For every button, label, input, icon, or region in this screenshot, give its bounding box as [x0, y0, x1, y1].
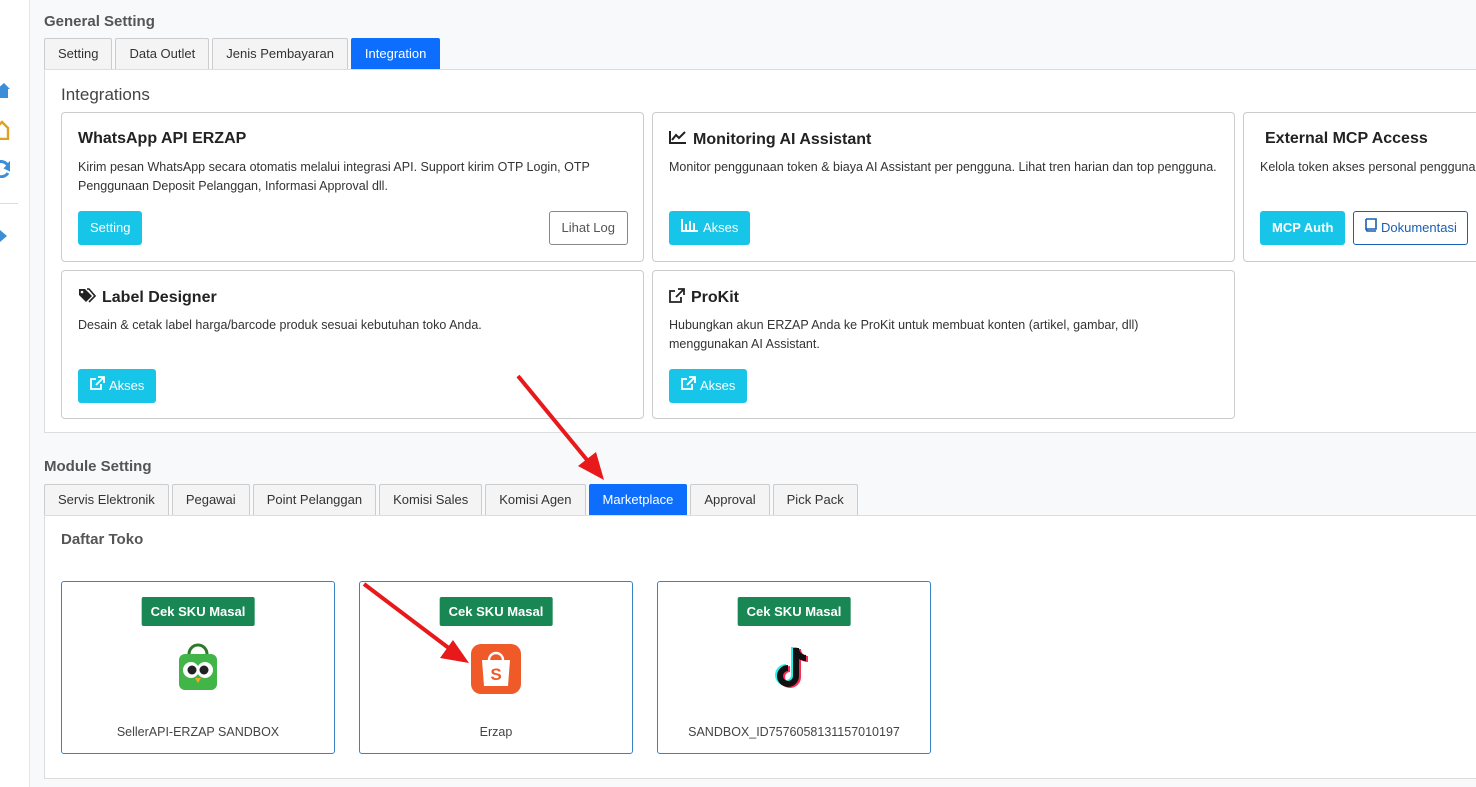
shop-card-tiktok[interactable]: Cek SKU Masal SANDBOX_ID7576058131157010…: [657, 581, 931, 754]
general-setting-title: General Setting: [44, 13, 155, 30]
card-description: Desain & cetak label harga/barcode produ…: [78, 318, 482, 332]
module-setting-title: Module Setting: [44, 458, 152, 475]
card-title: ProKit: [669, 288, 739, 308]
mcp-title-text: External MCP Access: [1265, 130, 1428, 147]
cek-sku-masal-button[interactable]: Cek SKU Masal: [439, 597, 553, 626]
module-tabs: Servis Elektronik Pegawai Point Pelangga…: [44, 484, 861, 516]
label-designer-akses-button[interactable]: Akses: [78, 369, 157, 403]
tiktok-logo: [767, 642, 821, 696]
card-label-designer: Label Designer Desain & cetak label harg…: [61, 270, 644, 419]
tab-pick-pack[interactable]: Pick Pack: [772, 484, 858, 516]
left-sidebar: [0, 0, 30, 787]
monitoring-akses-button[interactable]: Akses: [669, 211, 751, 245]
prokit-akses-button[interactable]: Akses: [669, 369, 748, 403]
button-label: Akses: [703, 220, 739, 235]
tab-pegawai[interactable]: Pegawai: [171, 484, 250, 516]
card-title: Label Designer: [78, 288, 217, 308]
card-title: External MCP Access: [1265, 130, 1428, 148]
book-icon: [1364, 212, 1377, 244]
shop-name: SANDBOX_ID7576058131157010197: [688, 725, 900, 739]
button-label: Dokumentasi: [1381, 220, 1457, 235]
tab-komisi-agen[interactable]: Komisi Agen: [485, 484, 586, 516]
general-tabs: Setting Data Outlet Jenis Pembayaran Int…: [44, 38, 443, 70]
shopee-logo: S: [469, 642, 523, 696]
tab-servis-elektronik[interactable]: Servis Elektronik: [44, 484, 169, 516]
card-whatsapp-api: WhatsApp API ERZAP Kirim pesan WhatsApp …: [61, 112, 644, 262]
button-label: Akses: [109, 378, 145, 393]
tab-jenis-pembayaran[interactable]: Jenis Pembayaran: [212, 38, 348, 70]
sync-icon[interactable]: [0, 158, 10, 178]
external-link-icon: [669, 288, 685, 308]
shop-name: Erzap: [479, 725, 513, 739]
tab-integration[interactable]: Integration: [350, 38, 441, 70]
label-designer-title-text: Label Designer: [102, 289, 217, 306]
monitoring-title-text: Monitoring AI Assistant: [693, 130, 872, 148]
prokit-title-text: ProKit: [691, 289, 739, 306]
card-description: Monitor penggunaan token & biaya AI Assi…: [669, 160, 1217, 174]
shop-name: SellerAPI-ERZAP SANDBOX: [116, 725, 280, 739]
integration-panel: Integrations WhatsApp API ERZAP Kirim pe…: [44, 69, 1476, 433]
cek-sku-masal-button[interactable]: Cek SKU Masal: [737, 597, 851, 626]
svg-text:S: S: [490, 665, 501, 684]
card-external-mcp: External MCP Access Kelola token akses p…: [1243, 112, 1476, 262]
tab-setting[interactable]: Setting: [44, 38, 113, 70]
card-description: Kelola token akses personal pengguna: [1260, 160, 1476, 174]
tab-approval[interactable]: Approval: [690, 484, 770, 516]
cek-sku-masal-button[interactable]: Cek SKU Masal: [141, 597, 255, 626]
card-title: WhatsApp API ERZAP: [78, 130, 246, 148]
card-prokit: ProKit Hubungkan akun ERZAP Anda ke ProK…: [652, 270, 1235, 419]
tab-komisi-sales[interactable]: Komisi Sales: [379, 484, 483, 516]
card-monitoring-ai: Monitoring AI Assistant Monitor pengguna…: [652, 112, 1235, 262]
tab-point-pelanggan[interactable]: Point Pelanggan: [252, 484, 377, 516]
store-icon[interactable]: [0, 120, 10, 140]
card-title: Monitoring AI Assistant: [669, 130, 871, 149]
button-label: MCP Auth: [1272, 220, 1334, 235]
tags-icon: [78, 288, 97, 308]
button-label: Akses: [700, 378, 736, 393]
tab-data-outlet[interactable]: Data Outlet: [115, 38, 210, 70]
whatsapp-setting-button[interactable]: Setting: [78, 211, 143, 245]
shop-card-shopee[interactable]: Cek SKU Masal S Erzap: [359, 581, 633, 754]
sidebar-divider: [0, 203, 18, 204]
main-content: General Setting Setting Data Outlet Jeni…: [30, 0, 1476, 787]
mcp-auth-button[interactable]: MCP Auth: [1260, 211, 1346, 245]
external-link-icon: [681, 369, 696, 403]
card-description: Hubungkan akun ERZAP Anda ke ProKit untu…: [669, 318, 1139, 351]
daftar-toko-heading: Daftar Toko: [61, 531, 144, 548]
whatsapp-title-text: WhatsApp API ERZAP: [78, 130, 247, 147]
button-label: Setting: [90, 220, 131, 235]
dokumentasi-button[interactable]: Dokumentasi: [1353, 211, 1468, 245]
shop-card-tokopedia[interactable]: Cek SKU Masal SellerAPI-ERZAP SANDBOX: [61, 581, 335, 754]
home-icon[interactable]: [0, 80, 10, 100]
card-description: Kirim pesan WhatsApp secara otomatis mel…: [78, 160, 590, 193]
external-link-icon: [90, 369, 105, 403]
line-chart-icon: [669, 130, 687, 149]
sign-in-icon[interactable]: [0, 226, 10, 246]
tab-marketplace[interactable]: Marketplace: [588, 484, 688, 516]
tokopedia-logo: [171, 642, 225, 696]
bar-chart-icon: [681, 211, 699, 245]
integrations-heading: Integrations: [61, 85, 150, 104]
lihat-log-button[interactable]: Lihat Log: [548, 211, 628, 245]
